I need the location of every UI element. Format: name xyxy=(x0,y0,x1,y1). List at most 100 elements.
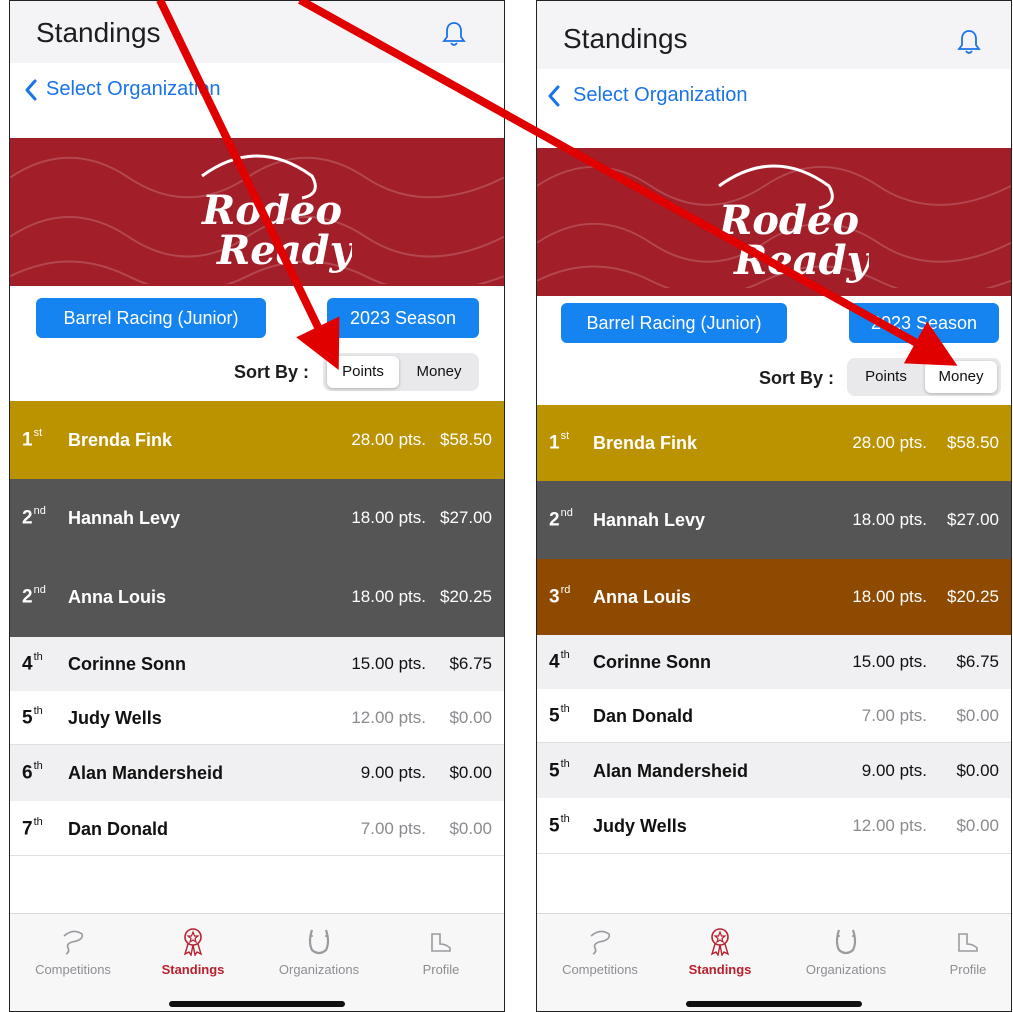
points-value: 15.00 pts. xyxy=(852,652,927,671)
sort-segmented-control: Points Money xyxy=(323,353,479,391)
tab-label: Standings xyxy=(688,962,752,977)
select-organization-link[interactable]: Select Organization xyxy=(573,84,748,107)
competitor-name: Hannah Levy xyxy=(593,510,706,530)
points-value: 12.00 pts. xyxy=(852,816,927,835)
rank-label: 6th xyxy=(22,760,43,784)
competitor-name: Hannah Levy xyxy=(68,508,181,528)
phone-screen-right: Standings Select Organization Rodeo Read… xyxy=(536,0,1012,1012)
standings-row[interactable]: 2nd Hannah Levy 18.00 pts. $27.00 xyxy=(10,479,504,557)
points-value: 18.00 pts. xyxy=(852,510,927,529)
standings-row[interactable]: 6th Alan Mandersheid 9.00 pts. $0.00 xyxy=(10,745,504,801)
nav-bar: Standings xyxy=(10,1,504,63)
money-value: $6.75 xyxy=(449,654,492,673)
sort-option-points[interactable]: Points xyxy=(327,356,399,388)
rank-label: 2nd xyxy=(22,505,46,529)
competitor-name: Judy Wells xyxy=(68,708,162,728)
tab-organizations[interactable]: Organizations xyxy=(791,926,901,977)
sort-segmented-control: Points Money xyxy=(847,358,1001,396)
svg-text:Ready: Ready xyxy=(733,237,869,284)
competitor-name: Brenda Fink xyxy=(68,430,173,450)
competitor-name: Dan Donald xyxy=(68,819,169,839)
sort-option-points[interactable]: Points xyxy=(851,361,921,393)
tab-bar: Competitions Standings Organizations Profil… xyxy=(10,913,504,1011)
lasso-icon xyxy=(590,930,611,955)
competitor-name: Corinne Sonn xyxy=(68,654,186,674)
points-value: 7.00 pts. xyxy=(360,819,426,838)
chevron-left-icon[interactable] xyxy=(547,85,561,107)
home-indicator xyxy=(686,1001,862,1007)
bell-icon[interactable] xyxy=(957,29,981,55)
season-filter-button[interactable]: 2023 Season xyxy=(327,298,479,338)
tab-competitions[interactable]: Competitions xyxy=(18,926,128,977)
sort-option-money[interactable]: Money xyxy=(403,356,475,388)
rank-label: 1st xyxy=(22,427,43,451)
rank-label: 5th xyxy=(22,705,43,729)
money-value: $0.00 xyxy=(956,706,999,725)
standings-row[interactable]: 5th Judy Wells 12.00 pts. $0.00 xyxy=(537,798,1011,854)
money-value: $58.50 xyxy=(440,430,492,449)
rank-label: 5th xyxy=(549,703,570,727)
page-title: Standings xyxy=(563,23,688,54)
tab-profile[interactable]: Profile xyxy=(913,926,1011,977)
standings-row[interactable]: 1st Brenda Fink 28.00 pts. $58.50 xyxy=(10,401,504,479)
standings-row[interactable]: 4th Corinne Sonn 15.00 pts. $6.75 xyxy=(537,635,1011,689)
boot-icon xyxy=(431,933,451,952)
competitor-name: Anna Louis xyxy=(593,587,691,607)
tab-profile[interactable]: Profile xyxy=(386,926,496,977)
money-value: $6.75 xyxy=(956,652,999,671)
season-filter-button[interactable]: 2023 Season xyxy=(849,303,999,343)
phone-screen-left: Standings Select Organization Rodeo Read… xyxy=(9,0,505,1012)
points-value: 12.00 pts. xyxy=(351,708,426,727)
sort-option-money[interactable]: Money xyxy=(925,361,997,393)
rank-label: 7th xyxy=(22,816,43,840)
tab-standings[interactable]: Standings xyxy=(665,926,775,977)
standings-row[interactable]: 7th Dan Donald 7.00 pts. $0.00 xyxy=(10,801,504,856)
tab-bar: Competitions Standings Organizations Profil… xyxy=(537,913,1011,1011)
tab-label: Standings xyxy=(161,962,225,977)
competitor-name: Anna Louis xyxy=(68,587,166,607)
points-value: 28.00 pts. xyxy=(852,433,927,452)
page-title: Standings xyxy=(36,17,161,48)
horseshoe-icon xyxy=(308,929,330,955)
standings-list: 1st Brenda Fink 28.00 pts. $58.50 2nd Hannah … xyxy=(10,401,504,856)
sort-by-label: Sort By : xyxy=(234,362,310,382)
points-value: 9.00 pts. xyxy=(360,763,426,782)
rank-label: 5th xyxy=(549,813,570,837)
tab-label: Organizations xyxy=(805,962,887,977)
chevron-left-icon[interactable] xyxy=(24,79,38,101)
back-row: Select Organization xyxy=(10,63,504,133)
rank-label: 1st xyxy=(549,430,570,454)
tab-label: Organizations xyxy=(278,962,360,977)
standings-list: 1st Brenda Fink 28.00 pts. $58.50 2nd Hannah … xyxy=(537,405,1011,854)
home-indicator xyxy=(169,1001,345,1007)
standings-row[interactable]: 4th Corinne Sonn 15.00 pts. $6.75 xyxy=(10,637,504,691)
standings-row[interactable]: 2nd Hannah Levy 18.00 pts. $27.00 xyxy=(537,481,1011,559)
standings-row[interactable]: 5th Judy Wells 12.00 pts. $0.00 xyxy=(10,691,504,745)
money-value: $27.00 xyxy=(947,510,999,529)
points-value: 18.00 pts. xyxy=(351,587,426,606)
money-value: $0.00 xyxy=(449,819,492,838)
standings-row[interactable]: 5th Alan Mandersheid 9.00 pts. $0.00 xyxy=(537,743,1011,798)
bell-icon[interactable] xyxy=(442,21,466,47)
money-value: $0.00 xyxy=(956,761,999,780)
rodeo-ready-logo: Rodeo Ready xyxy=(718,164,869,284)
event-filter-button[interactable]: Barrel Racing (Junior) xyxy=(36,298,266,338)
organization-banner: Rodeo Ready xyxy=(537,148,1011,296)
standings-row[interactable]: 5th Dan Donald 7.00 pts. $0.00 xyxy=(537,689,1011,743)
standings-row[interactable]: 1st Brenda Fink 28.00 pts. $58.50 xyxy=(537,405,1011,481)
rank-label: 4th xyxy=(549,649,570,673)
tab-standings[interactable]: Standings xyxy=(138,926,248,977)
standings-row[interactable]: 3rd Anna Louis 18.00 pts. $20.25 xyxy=(537,559,1011,635)
competitor-name: Corinne Sonn xyxy=(593,652,711,672)
nav-bar: Standings xyxy=(537,1,1011,69)
event-filter-button[interactable]: Barrel Racing (Junior) xyxy=(561,303,787,343)
back-row: Select Organization xyxy=(537,69,1011,139)
standings-row[interactable]: 2nd Anna Louis 18.00 pts. $20.25 xyxy=(10,557,504,637)
competitor-name: Dan Donald xyxy=(593,706,694,726)
money-value: $0.00 xyxy=(449,708,492,727)
tab-organizations[interactable]: Organizations xyxy=(264,926,374,977)
sort-by-label: Sort By : xyxy=(759,368,835,388)
tab-label: Competitions xyxy=(35,962,111,977)
select-organization-link[interactable]: Select Organization xyxy=(46,78,221,101)
tab-competitions[interactable]: Competitions xyxy=(545,926,655,977)
